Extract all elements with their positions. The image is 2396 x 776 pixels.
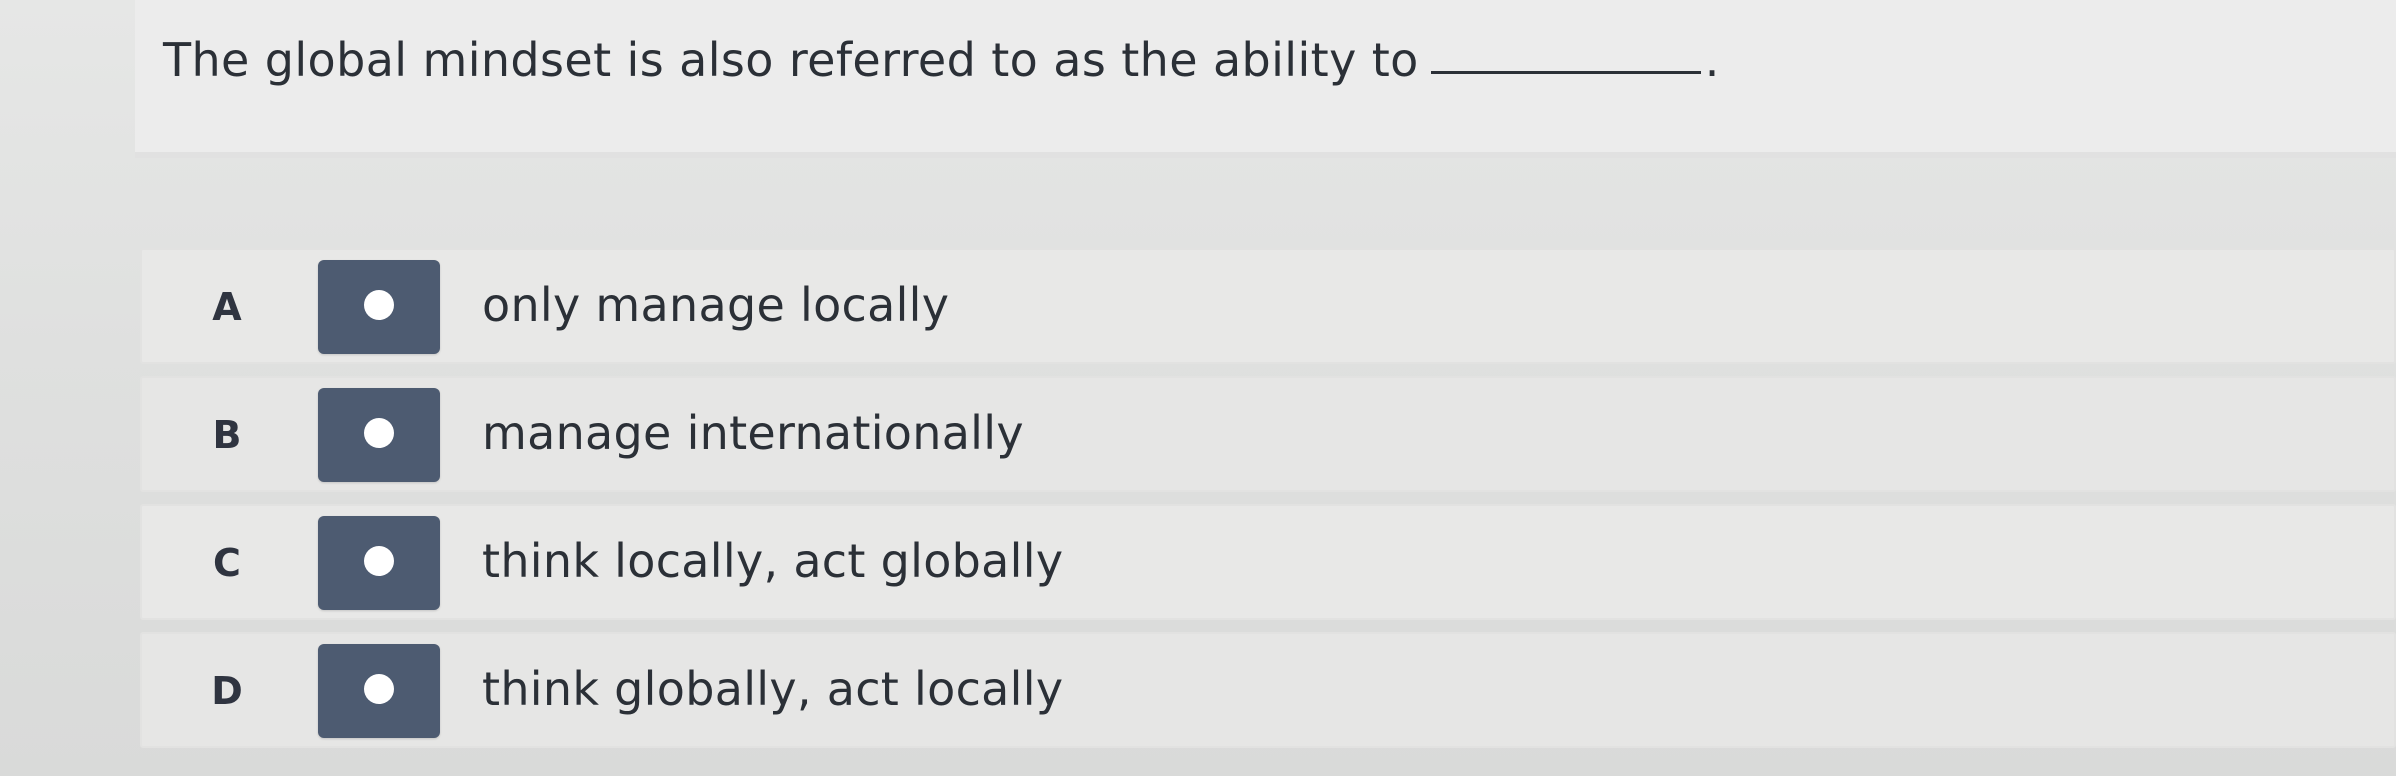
option-d[interactable]: D think globally, act locally — [140, 632, 2396, 748]
option-letter: C — [213, 541, 241, 585]
option-text: only manage locally — [482, 278, 950, 332]
radio-button[interactable] — [318, 260, 440, 354]
radio-dot-icon — [364, 674, 394, 704]
option-c[interactable]: C think locally, act globally — [140, 504, 2396, 620]
option-text: think globally, act locally — [482, 662, 1064, 716]
radio-button[interactable] — [318, 644, 440, 738]
option-a[interactable]: A only manage locally — [140, 248, 2396, 364]
option-b[interactable]: B manage internationally — [140, 376, 2396, 492]
radio-dot-icon — [364, 290, 394, 320]
question-text: The global mindset is also referred to a… — [163, 33, 1419, 87]
option-text: manage internationally — [482, 406, 1024, 460]
answer-options: A only manage locally B manage internati… — [140, 248, 2396, 760]
option-letter: B — [212, 413, 242, 457]
question-period: . — [1704, 33, 1720, 87]
option-letter: D — [211, 669, 243, 713]
option-letter: A — [212, 285, 242, 329]
radio-dot-icon — [364, 546, 394, 576]
radio-dot-icon — [364, 418, 394, 448]
answer-blank — [1430, 71, 1701, 74]
option-text: think locally, act globally — [482, 534, 1064, 588]
radio-button[interactable] — [318, 516, 440, 610]
question-prompt: The global mindset is also referred to a… — [163, 33, 1720, 87]
radio-button[interactable] — [318, 388, 440, 482]
